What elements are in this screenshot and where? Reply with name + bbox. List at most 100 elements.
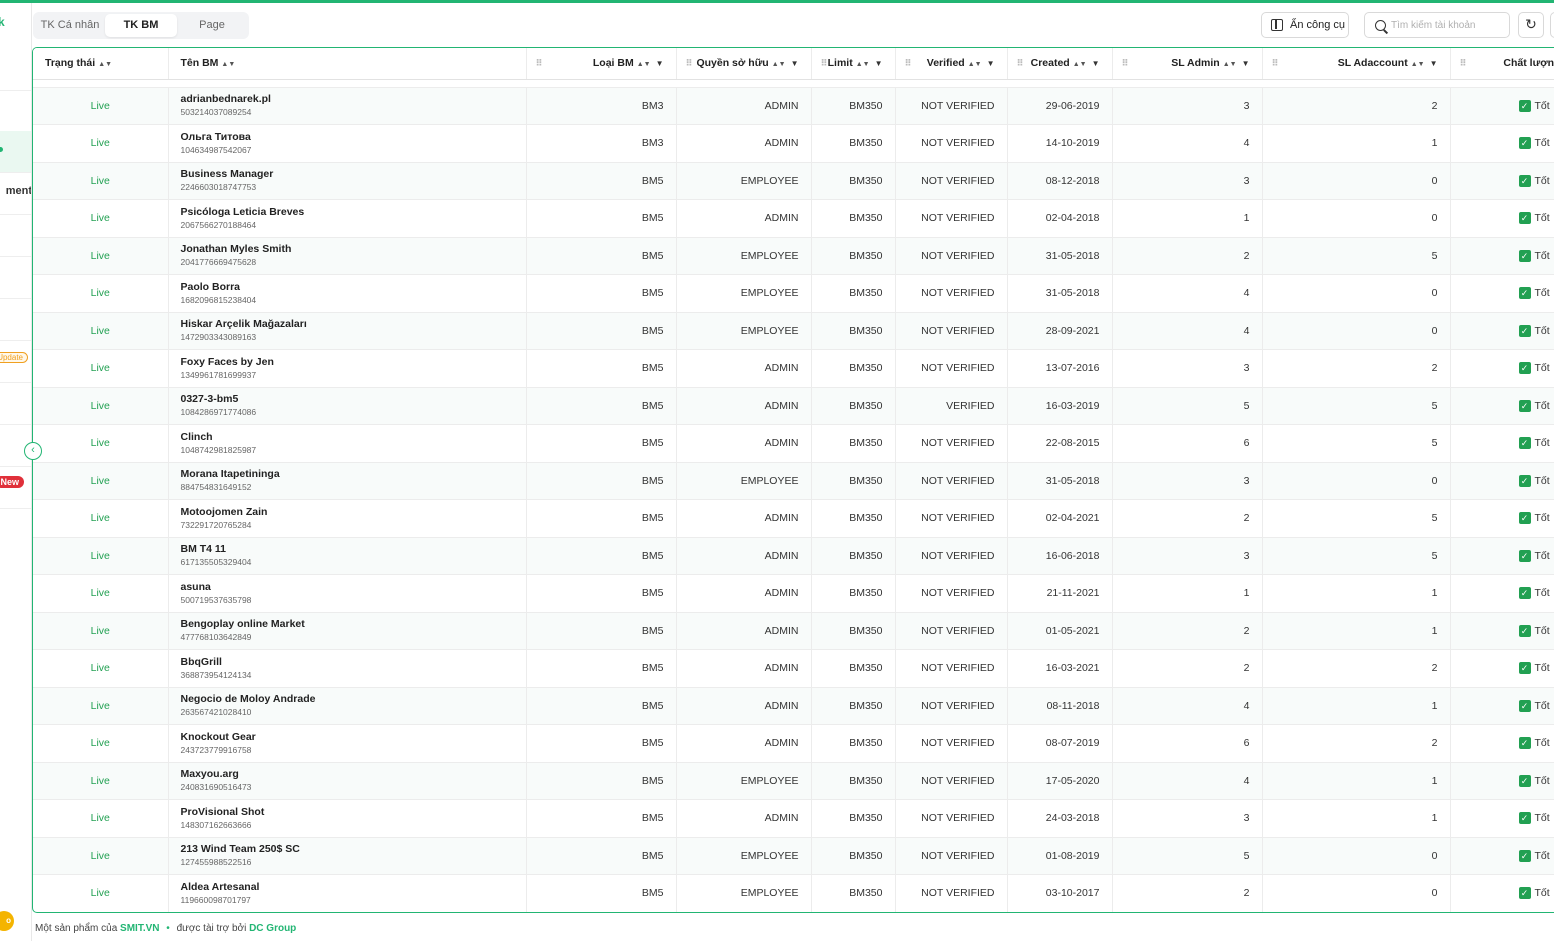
sidebar-item[interactable] <box>0 215 31 257</box>
table-row[interactable]: Live Clinch 1048742981825987 BM5 ADMIN BM350 N… <box>33 424 1554 463</box>
sort-icon[interactable]: ▲▼ <box>1223 61 1237 68</box>
collapse-sidebar-icon[interactable]: ‹ <box>24 442 42 460</box>
sort-icon[interactable]: ▲▼ <box>968 61 982 68</box>
col-header-adaccounts[interactable]: ⠿ SL Adaccount ▲▼ ▼ <box>1262 48 1451 80</box>
sidebar-item-new[interactable]: New <box>0 467 31 509</box>
sidebar-item-update[interactable]: Update <box>0 341 31 383</box>
check-icon: ✓ <box>1518 174 1531 187</box>
filter-dropdown-icon[interactable]: ▼ <box>656 59 664 68</box>
drag-handle-icon[interactable]: ⠿ <box>1272 58 1279 69</box>
sidebar-item[interactable] <box>0 49 31 91</box>
table-row[interactable]: Live ProVisional Shot 148307162663666 BM5 AD… <box>33 799 1554 838</box>
drag-handle-icon[interactable]: ⠿ <box>1017 58 1024 69</box>
table-row[interactable]: Live 213 Wind Team 250$ SC 127455988522516… <box>33 837 1554 875</box>
table-row[interactable]: Live 0327-3-bm5 1084286971774086 BM5 ADMIN BM… <box>33 387 1554 425</box>
type-cell: BM5 <box>526 274 677 313</box>
sort-icon[interactable]: ▲▼ <box>1411 61 1425 68</box>
admins-cell: 3 <box>1112 87 1263 125</box>
tab-business-manager[interactable]: TK BM <box>105 14 177 37</box>
table-row[interactable]: Live Motoojomen Zain 732291720765284 BM5 ADM… <box>33 499 1554 538</box>
user-avatar[interactable]: o <box>0 911 14 931</box>
drag-handle-icon[interactable]: ⠿ <box>536 58 543 69</box>
adaccounts-cell: 5 <box>1262 499 1451 538</box>
table-row[interactable]: Live BM T4 11 617135505329404 BM5 ADMIN BM350… <box>33 537 1554 575</box>
quality-cell: ✓ Tốt <box>1450 724 1554 763</box>
bm-name: Paolo Borra <box>180 280 241 293</box>
check-icon: ✓ <box>1518 587 1531 600</box>
bm-name: asuna <box>180 580 211 593</box>
status-cell: Live <box>33 799 169 838</box>
table-row[interactable]: Live Bengoplay online Market 4777681036428… <box>33 612 1554 650</box>
footer-brand-link[interactable]: SMIT.VN <box>120 923 159 934</box>
sort-icon[interactable]: ▲▼ <box>772 61 786 68</box>
table-row[interactable]: Live Hiskar Arçelik Mağazaları 14729033430… <box>33 312 1554 350</box>
col-header-status[interactable]: Trạng thái ▲▼ <box>33 48 169 80</box>
filter-dropdown-icon[interactable]: ▼ <box>1242 59 1250 68</box>
created-cell: 13-07-2016 <box>1007 349 1113 388</box>
filter-dropdown-icon[interactable]: ▼ <box>875 59 883 68</box>
more-button[interactable] <box>1550 12 1554 38</box>
footer-sponsor-link[interactable]: DC Group <box>249 923 296 934</box>
role-cell: EMPLOYEE <box>676 762 812 800</box>
sort-icon[interactable]: ▲▼ <box>221 61 235 68</box>
drag-handle-icon[interactable]: ⠿ <box>686 58 693 69</box>
verified-cell: VERIFIED <box>895 387 1008 425</box>
sidebar-item[interactable] <box>0 91 31 133</box>
filter-dropdown-icon[interactable]: ▼ <box>1092 59 1100 68</box>
col-header-verified[interactable]: ⠿ Verified ▲▼ ▼ <box>895 48 1008 80</box>
table-row[interactable]: Live Business Manager 2246603018747753 BM5 E… <box>33 162 1554 200</box>
search-input[interactable] <box>1391 19 1503 31</box>
bm-id: 243723779916758 <box>180 744 252 755</box>
quality-cell: ✓ Tốt <box>1450 87 1554 125</box>
tab-page[interactable]: Page <box>177 14 247 37</box>
sidebar-item[interactable] <box>0 257 31 299</box>
drag-handle-icon[interactable]: ⠿ <box>905 58 912 69</box>
table-row[interactable]: Live Foxy Faces by Jen 1349961781699937 BM5… <box>33 349 1554 388</box>
sidebar-item-active[interactable] <box>0 131 31 173</box>
admins-cell: 4 <box>1112 124 1263 163</box>
table-row[interactable]: Live Ольга Титова 104634987542067 BM3 ADMIN B… <box>33 124 1554 163</box>
type-cell: BM5 <box>526 687 677 725</box>
drag-handle-icon[interactable]: ⠿ <box>1122 58 1129 69</box>
limit-cell: BM350 <box>811 574 896 613</box>
filter-dropdown-icon[interactable]: ▼ <box>791 59 799 68</box>
col-header-quality[interactable]: ⠿Chất lượng <box>1450 48 1554 80</box>
sidebar-item-management[interactable]: ment <box>0 173 31 215</box>
table-row[interactable]: Live Jonathan Myles Smith 2041776669475628… <box>33 237 1554 275</box>
col-header-name[interactable]: Tên BM ▲▼ <box>168 48 527 80</box>
table-row[interactable]: Live Psicóloga Leticia Breves 206756627018… <box>33 199 1554 238</box>
status-cell: Live <box>33 162 169 200</box>
col-header-admins[interactable]: ⠿ SL Admin ▲▼ ▼ <box>1112 48 1263 80</box>
sidebar-item[interactable] <box>0 299 31 341</box>
table-row[interactable]: Live Knockout Gear 243723779916758 BM5 ADMIN… <box>33 724 1554 763</box>
col-header-role[interactable]: ⠿ Quyền sở hữu ▲▼ ▼ <box>676 48 812 80</box>
table-row[interactable]: Live adrianbednarek.pl 503214037089254 BM3 A… <box>33 87 1554 125</box>
filter-dropdown-icon[interactable]: ▼ <box>1430 59 1438 68</box>
quality-label: Tốt <box>1534 324 1550 337</box>
table-row[interactable]: Live BbqGrill 368873954124134 BM5 ADMIN BM350… <box>33 649 1554 688</box>
filter-dropdown-icon[interactable]: ▼ <box>987 59 995 68</box>
table-row[interactable]: Live Morana Itapetininga 884754831649152 BM… <box>33 462 1554 500</box>
sort-icon[interactable]: ▲▼ <box>98 61 112 68</box>
col-header-type[interactable]: ⠿ Loại BM ▲▼ ▼ <box>526 48 677 80</box>
sort-icon[interactable]: ▲▼ <box>856 61 870 68</box>
limit-cell: BM350 <box>811 387 896 425</box>
table-row[interactable]: Live Paolo Borra 1682096815238404 BM5 EMPLOY… <box>33 274 1554 313</box>
col-header-created[interactable]: ⠿ Created ▲▼ ▼ <box>1007 48 1113 80</box>
drag-handle-icon[interactable]: ⠿ <box>821 58 828 69</box>
bm-name: Foxy Faces by Jen <box>180 355 274 368</box>
drag-handle-icon[interactable]: ⠿ <box>1460 58 1467 69</box>
sidebar-item[interactable] <box>0 383 31 425</box>
refresh-button[interactable]: ↻ <box>1518 12 1544 38</box>
tab-personal[interactable]: TK Cá nhân <box>35 14 105 37</box>
sort-icon[interactable]: ▲▼ <box>1073 61 1087 68</box>
table-row[interactable]: Live Aldea Artesanal 119660098701797 BM5 EMP… <box>33 874 1554 912</box>
admins-cell: 2 <box>1112 499 1263 538</box>
quality-cell: ✓ Tốt <box>1450 649 1554 688</box>
table-row[interactable]: Live Negocio de Moloy Andrade 263567421028… <box>33 687 1554 725</box>
table-row[interactable]: Live asuna 500719537635798 BM5 ADMIN BM350 NOT… <box>33 574 1554 613</box>
hide-tools-button[interactable]: Ẩn công cụ <box>1261 12 1349 38</box>
col-header-limit[interactable]: ⠿ Limit ▲▼ ▼ <box>811 48 896 80</box>
table-row[interactable]: Live Maxyou.arg 240831690516473 BM5 EMPLOYEE… <box>33 762 1554 800</box>
sort-icon[interactable]: ▲▼ <box>637 61 651 68</box>
